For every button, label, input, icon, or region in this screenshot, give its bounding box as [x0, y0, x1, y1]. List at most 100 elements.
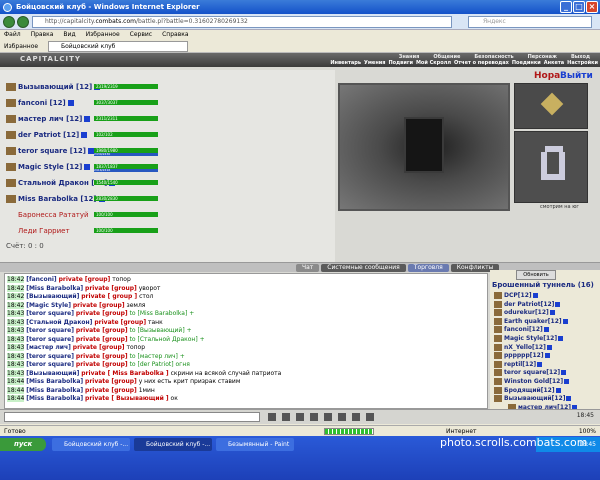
send-icon[interactable] [268, 413, 276, 421]
tab-trade[interactable]: Торговля [407, 264, 449, 272]
search-input[interactable]: Яндекс [468, 16, 592, 28]
chat-sender[interactable]: [Miss Barabolka] [26, 387, 83, 394]
chat-sender[interactable]: [Miss Barabolka] [26, 378, 83, 385]
info-icon[interactable] [81, 132, 88, 138]
player-row[interactable]: fanconi [12] 3037/3037 [6, 98, 336, 108]
info-icon[interactable] [555, 301, 561, 307]
info-icon[interactable] [87, 148, 94, 154]
player-row[interactable]: Miss Barabolka [12] 2830/2830 [6, 194, 336, 204]
address-input[interactable]: http://capitalcity.combats.com/battle.pl… [32, 16, 452, 28]
chat-sender[interactable]: [teror square] [26, 327, 74, 334]
back-button[interactable] [3, 16, 15, 28]
location-member[interactable]: Бродящий[12] [494, 386, 561, 395]
browser-tab[interactable]: Бойцовский клуб [48, 41, 188, 52]
location-member[interactable]: teror square[12] [494, 369, 567, 377]
info-icon[interactable] [532, 293, 538, 298]
submenu-profile[interactable]: Анкета [544, 60, 564, 66]
info-icon[interactable] [562, 318, 568, 324]
task-ie-1[interactable]: Бойцовский клуб -... [52, 438, 130, 451]
chat-sender[interactable]: [teror square] [26, 361, 74, 368]
location-member[interactable]: Earth quaker[12] [494, 317, 568, 326]
close-button[interactable]: × [586, 1, 598, 13]
menu-file[interactable]: Файл [4, 30, 21, 40]
filter-icon[interactable] [296, 413, 304, 421]
menu-tools[interactable]: Сервис [130, 30, 152, 40]
submenu-settings[interactable]: Настройки [567, 60, 598, 66]
clear-icon[interactable] [310, 413, 318, 421]
smile-icon[interactable] [282, 413, 290, 421]
info-icon[interactable] [84, 164, 91, 170]
exit-link[interactable]: Выйти [560, 71, 593, 81]
location-member[interactable]: DCP[12] [494, 292, 538, 300]
player-row[interactable]: Леди Гарриет 100/100 [6, 226, 336, 236]
task-ie-2[interactable]: Бойцовский клуб -... [134, 438, 212, 451]
location-member[interactable]: reptil[12] [494, 360, 543, 369]
chat-sender[interactable]: [Miss Barabolka] [26, 395, 83, 402]
info-icon[interactable] [546, 344, 552, 350]
info-icon[interactable] [549, 310, 555, 316]
chat-sender[interactable]: [Вызывающий] [26, 370, 79, 377]
menu-edit[interactable]: Правка [31, 30, 54, 40]
submenu-my-scroll[interactable]: Мой Скролл [416, 60, 451, 66]
chat-sender[interactable]: [мастер лич] [26, 344, 71, 351]
chat-sender[interactable]: [Miss Barabolka] [26, 285, 83, 292]
tab-chat[interactable]: Чат [296, 264, 320, 272]
chat-sender[interactable]: [teror square] [26, 310, 74, 317]
location-member[interactable]: der Patriot[12] [494, 300, 561, 309]
menu-help[interactable]: Справка [162, 30, 188, 40]
chat-sender[interactable]: [teror square] [26, 336, 74, 343]
submenu-battles[interactable]: Поединки [512, 60, 541, 66]
info-icon[interactable] [537, 361, 543, 367]
dungeon-view[interactable] [338, 83, 510, 211]
menu-view[interactable]: Вид [63, 30, 75, 40]
chat-sender[interactable]: [Стальной Дракон] [26, 319, 92, 326]
task-paint[interactable]: Безымянный - Paint [216, 438, 294, 451]
direction-arrow-icon[interactable] [540, 92, 564, 116]
scroll-icon[interactable] [352, 413, 360, 421]
info-icon[interactable] [84, 116, 91, 122]
translit-icon[interactable] [324, 413, 332, 421]
chat-sender[interactable]: [Magic Style] [26, 302, 71, 309]
location-member[interactable]: nX_Yello[12] [494, 343, 552, 352]
favorites-button[interactable]: Избранное [4, 40, 38, 53]
info-icon[interactable] [566, 396, 572, 402]
settings-icon[interactable] [366, 413, 374, 421]
info-icon[interactable] [555, 387, 561, 393]
info-icon[interactable] [561, 370, 567, 376]
location-member[interactable]: Вызывающий[12] [494, 395, 572, 403]
nora-link[interactable]: Нора [534, 71, 560, 81]
start-button[interactable]: пуск [0, 438, 46, 451]
chat-input[interactable] [4, 412, 260, 422]
player-row[interactable]: мастер лич [12] 2311/2311 [6, 114, 336, 124]
chat-sender[interactable]: [Вызывающий] [26, 293, 79, 300]
refresh-button[interactable]: Обновить [516, 270, 556, 280]
location-member[interactable]: рррррр[12] [494, 352, 550, 360]
chat-sender[interactable]: [teror square] [26, 353, 74, 360]
player-row[interactable]: Magic Style [12] 1837/1837 2416/2416 [6, 162, 336, 172]
submenu-feats[interactable]: Подвиги [389, 60, 413, 66]
info-icon[interactable] [564, 379, 570, 384]
sound-icon[interactable] [338, 413, 346, 421]
info-icon[interactable] [558, 336, 564, 341]
tab-system-messages[interactable]: Системные сообщения [321, 264, 406, 272]
location-member[interactable]: odurekur[12] [494, 309, 555, 317]
player-row[interactable]: teror square [12] 1980/1980 2430/2430 [6, 146, 336, 156]
submenu-transfers[interactable]: Отчет о переводах [454, 60, 509, 66]
forward-button[interactable] [17, 16, 29, 28]
location-member[interactable]: Magic Style[12] [494, 335, 564, 343]
minimize-button[interactable]: _ [560, 1, 572, 13]
submenu-skills[interactable]: Умения [364, 60, 386, 66]
location-member[interactable]: fanconi[12] [494, 326, 549, 334]
info-icon[interactable] [67, 100, 74, 106]
player-row[interactable]: der Patriot [12] 102/102 [6, 130, 336, 140]
player-row[interactable]: Вызывающий [12] 2319/2319 [6, 82, 336, 92]
menu-favorites[interactable]: Избранное [86, 30, 120, 40]
compass-control[interactable] [514, 83, 588, 129]
submenu-inventory[interactable]: Инвентарь [330, 60, 361, 66]
maximize-button[interactable]: □ [573, 1, 585, 13]
player-row[interactable]: Баронесса Рататуй 100/100 [6, 210, 336, 220]
player-row[interactable]: Стальной Дракон [12] 1540/1540 [6, 178, 336, 188]
info-icon[interactable] [543, 327, 549, 333]
location-member[interactable]: Winston Gold[12] [494, 378, 570, 386]
chat-sender[interactable]: [fanconi] [26, 276, 56, 283]
